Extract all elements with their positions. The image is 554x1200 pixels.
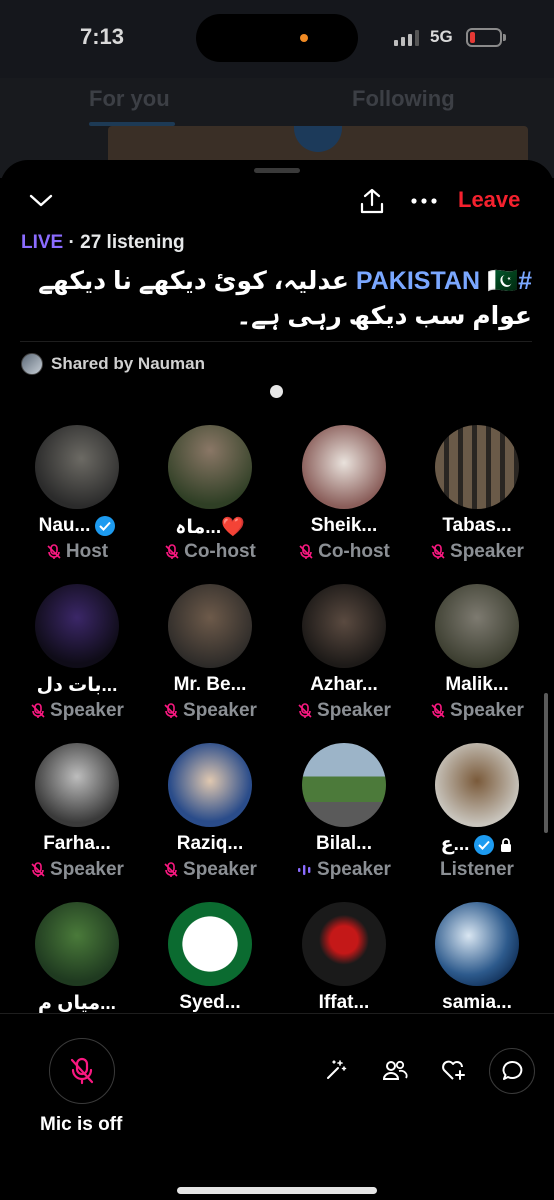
participant-name: Malik...	[445, 674, 509, 695]
avatar[interactable]	[35, 425, 119, 509]
status-time: 7:13	[80, 24, 125, 49]
mic-muted-icon	[31, 703, 45, 718]
mic-off-icon	[70, 1057, 94, 1085]
avatar[interactable]	[435, 902, 519, 986]
speaking-wave-icon	[298, 865, 311, 875]
dynamic-island	[196, 14, 358, 62]
participant-name: Iffat...	[318, 992, 370, 1013]
tab-for-you[interactable]: For you	[89, 86, 170, 112]
magic-wand-icon[interactable]	[320, 1054, 352, 1086]
participant-role: Speaker	[317, 700, 391, 721]
scrollbar[interactable]	[544, 693, 548, 833]
verified-badge-icon	[474, 834, 495, 855]
mic-muted-icon	[47, 544, 61, 559]
participant-name: Tabas...	[442, 515, 512, 536]
participant-role: Speaker	[50, 859, 124, 880]
avatar[interactable]	[35, 743, 119, 827]
participant-role: Co-host	[318, 541, 390, 562]
shared-by-label: Shared by Nauman	[51, 354, 205, 373]
home-indicator[interactable]	[177, 1187, 377, 1194]
participant-name: Azhar...	[310, 674, 378, 695]
participant-name: Syed...	[179, 992, 241, 1013]
space-title: #PAKISTAN 🇵🇰 عدلیہ، کوئ دیکھے نا دیکھے ع…	[20, 264, 532, 334]
participant-name: Bilal...	[316, 833, 372, 854]
verified-badge-icon	[95, 516, 116, 536]
mic-status-label: Mic is off	[40, 1114, 123, 1135]
chat-bubble-icon[interactable]	[489, 1048, 535, 1094]
participant-name: samia...	[442, 992, 512, 1013]
avatar[interactable]	[435, 584, 519, 668]
avatar[interactable]	[168, 902, 252, 986]
participant-name: Sheik...	[310, 515, 378, 536]
page-indicator	[270, 385, 283, 398]
divider	[20, 341, 532, 342]
listener-count: · 27 listening	[68, 232, 185, 253]
participant-role: Co-host	[184, 541, 256, 562]
mic-muted-icon	[431, 703, 445, 718]
mic-muted-icon	[31, 862, 45, 877]
participant-name: Mr. Be...	[173, 674, 247, 695]
participant-role: Speaker	[317, 859, 391, 880]
avatar[interactable]	[302, 902, 386, 986]
play-icon	[294, 126, 342, 152]
avatar[interactable]	[35, 584, 119, 668]
status-bar: 7:13 5G	[0, 0, 554, 78]
leave-button[interactable]: Leave	[458, 187, 520, 213]
participant-name: Nau...	[38, 515, 91, 536]
participant-name: Farha...	[43, 833, 111, 854]
lock-icon	[501, 837, 512, 852]
participant-role: Speaker	[450, 700, 524, 721]
participant-role: Speaker	[450, 541, 524, 562]
mic-muted-icon	[164, 703, 178, 718]
participant-role: Speaker	[183, 859, 257, 880]
avatar[interactable]	[168, 425, 252, 509]
live-badge: LIVE	[21, 232, 64, 253]
avatar[interactable]	[302, 743, 386, 827]
recording-dot	[300, 34, 308, 42]
mic-muted-icon	[298, 703, 312, 718]
battery-tip	[503, 34, 506, 41]
participants-icon[interactable]	[379, 1054, 411, 1086]
tab-following[interactable]: Following	[352, 86, 455, 112]
participant-name: Raziq...	[176, 833, 244, 854]
mic-muted-icon	[299, 544, 313, 559]
mic-muted-icon	[165, 544, 179, 559]
title-flag: 🇵🇰	[486, 267, 519, 295]
avatar[interactable]	[35, 902, 119, 986]
avatar	[21, 353, 43, 375]
chevron-down-icon[interactable]	[26, 186, 56, 216]
network-label: 5G	[430, 27, 453, 46]
participant-name: میاں م...	[38, 993, 116, 1014]
avatar[interactable]	[302, 425, 386, 509]
avatar[interactable]	[302, 584, 386, 668]
sheet-grabber[interactable]	[254, 168, 300, 173]
bottom-controls: Mic is off	[0, 1013, 554, 1200]
participant-name: بات دل...	[36, 675, 118, 696]
heart-add-icon[interactable]	[438, 1054, 470, 1086]
shared-by[interactable]: Shared by Nauman	[21, 353, 205, 375]
participant-role: Host	[65, 541, 109, 562]
battery-icon	[466, 28, 502, 47]
mic-muted-icon	[431, 544, 445, 559]
signal-icon	[394, 30, 419, 46]
mic-muted-icon	[164, 862, 178, 877]
share-icon[interactable]	[356, 184, 388, 218]
participant-name: ماہ...❤️	[175, 517, 245, 538]
participant-role: Listener	[440, 859, 514, 880]
mic-toggle-button[interactable]	[49, 1038, 115, 1104]
avatar[interactable]	[435, 425, 519, 509]
participant-role: Speaker	[183, 700, 257, 721]
avatar[interactable]	[168, 743, 252, 827]
more-options-icon[interactable]	[406, 186, 442, 216]
avatar[interactable]	[435, 743, 519, 827]
participant-role: Speaker	[50, 700, 124, 721]
participant-name: ع...	[440, 834, 470, 855]
avatar[interactable]	[168, 584, 252, 668]
live-status: LIVE · 27 listening	[21, 232, 185, 254]
